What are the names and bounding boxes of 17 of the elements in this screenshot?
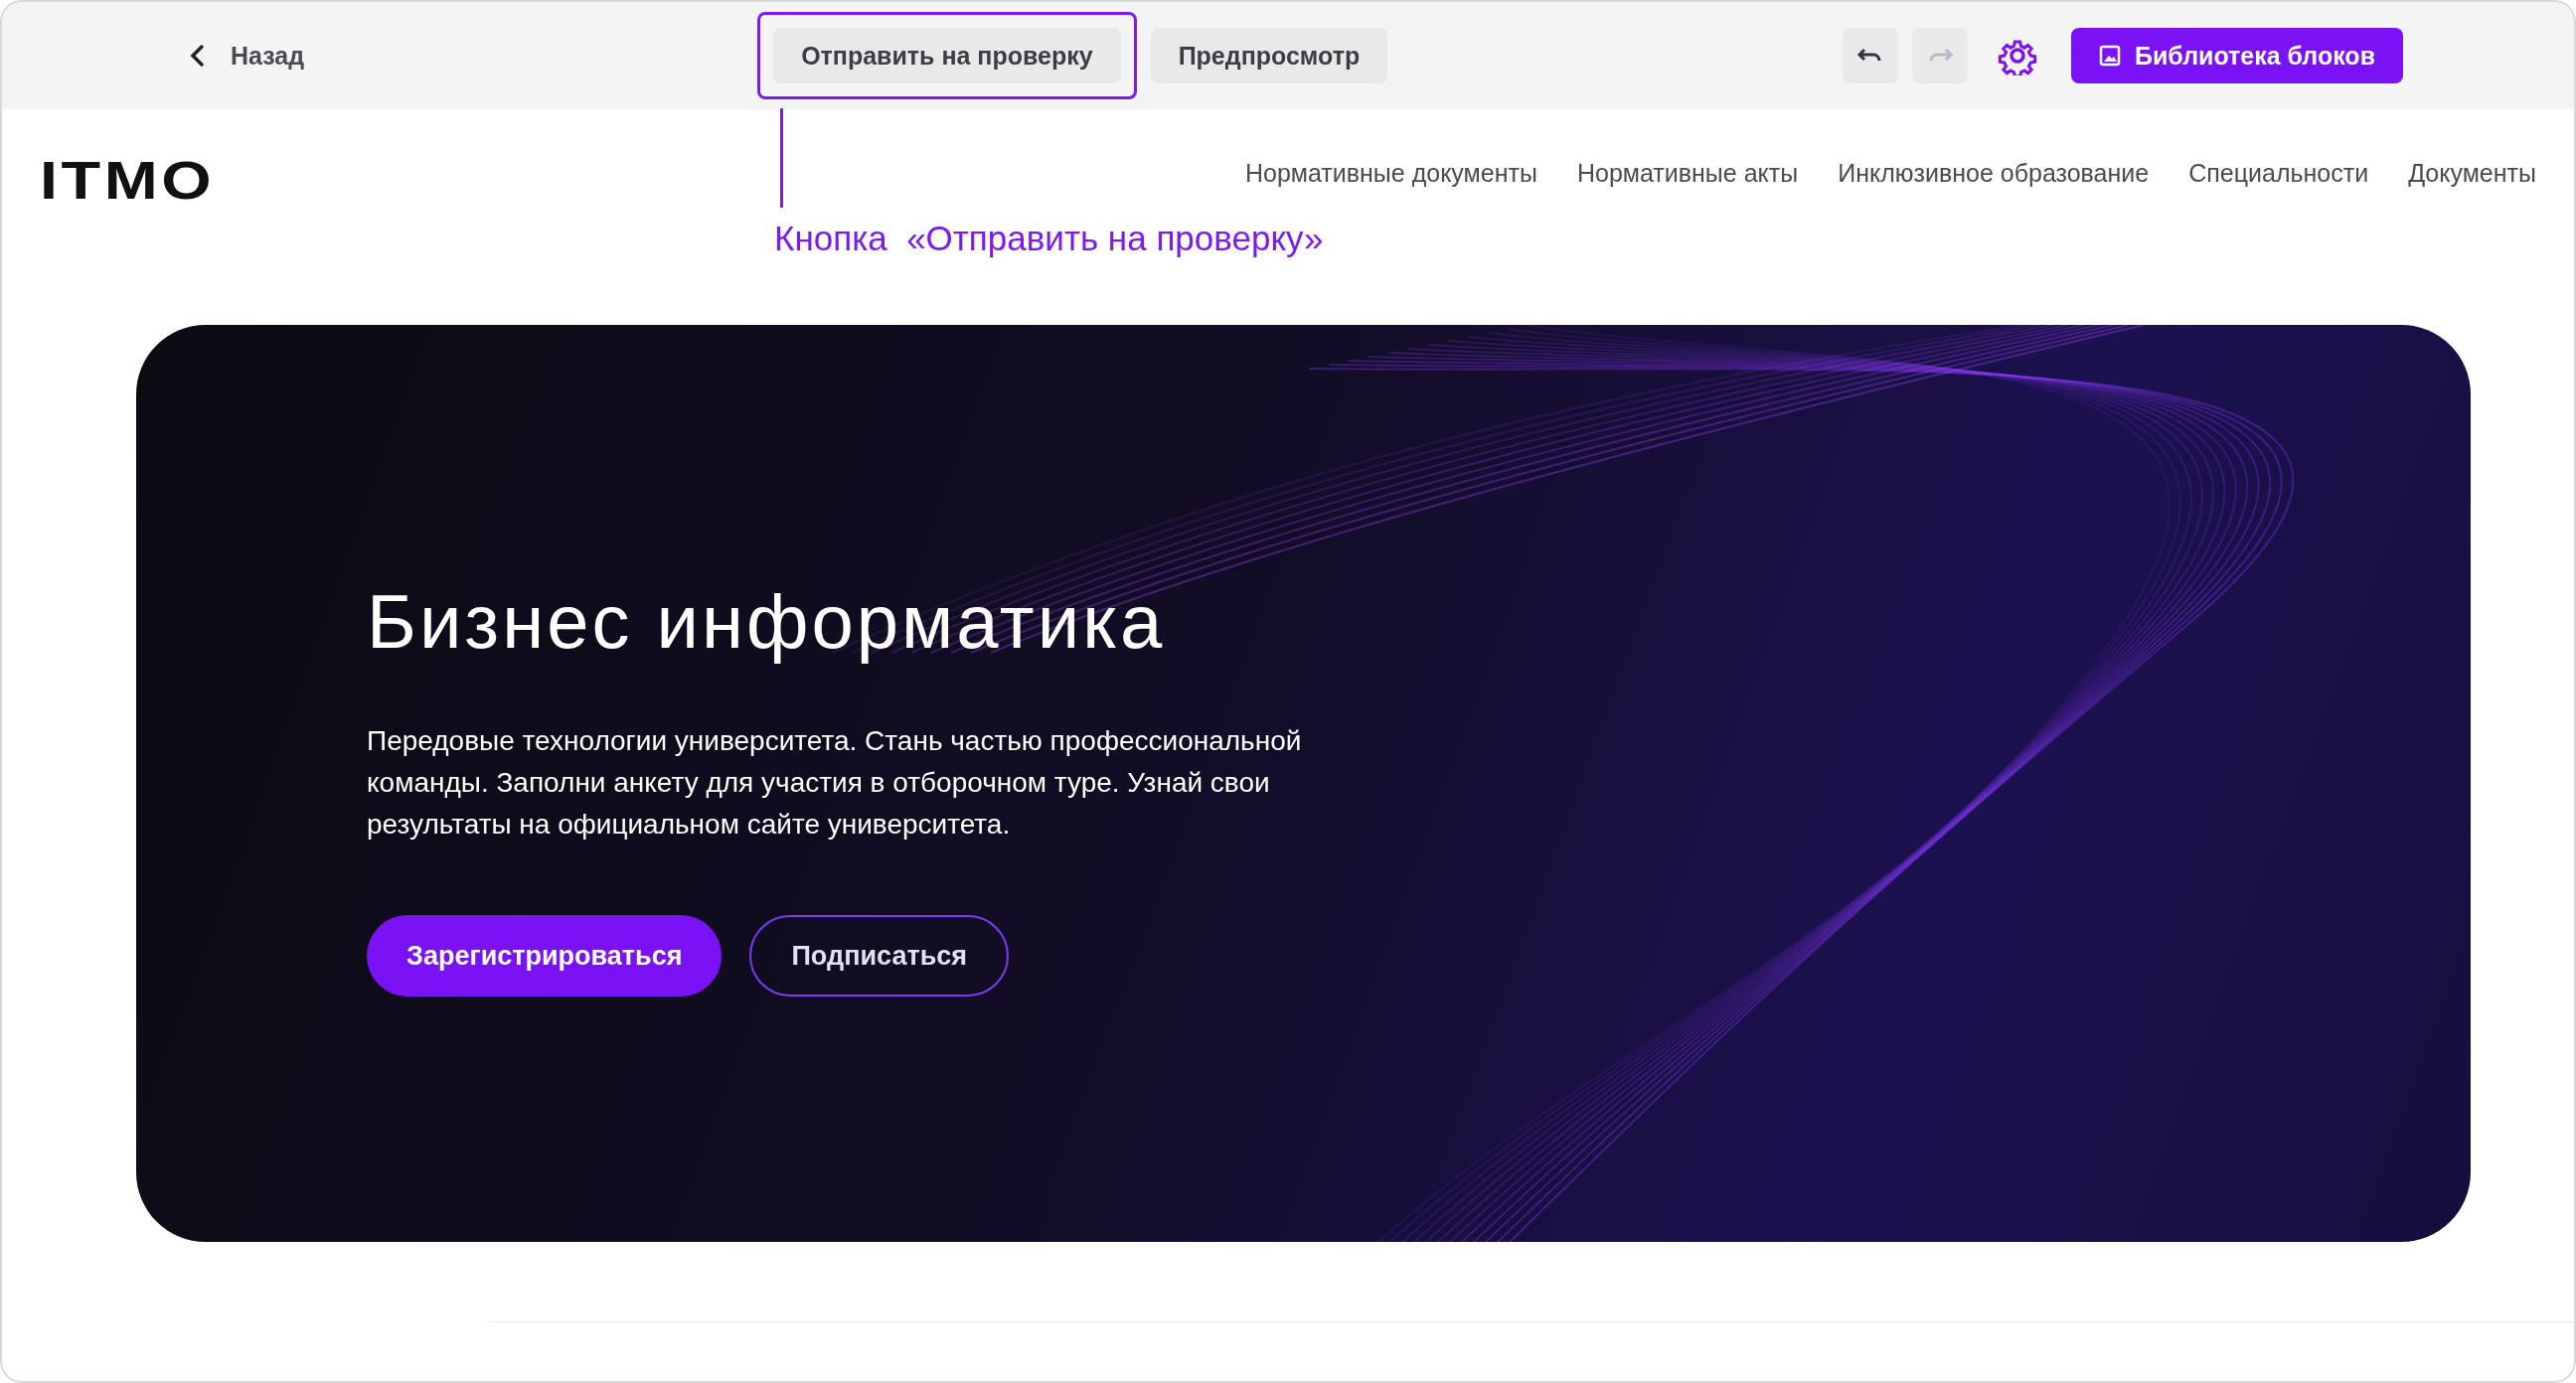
register-button[interactable]: Зарегистрироваться [367, 915, 723, 997]
nav-link[interactable]: Нормативные документы [1244, 159, 1537, 188]
submit-review-button[interactable]: Отправить на проверку [773, 28, 1121, 83]
back-link[interactable]: Назад [181, 35, 311, 77]
nav-link[interactable]: Документы [2408, 159, 2536, 188]
hero-description: Передовые технологии университета. Стань частью профессиональной команды. Заполни анкету для участия в отборочном туре. Узнай свои результаты на официальном сайте университета. [367, 724, 1303, 842]
nav-link[interactable]: Специальности [2188, 159, 2369, 188]
nav-link[interactable]: Нормативные акты [1576, 159, 1799, 188]
image-icon [2098, 45, 2121, 67]
undo-button[interactable] [1842, 28, 1898, 83]
subscribe-button[interactable]: Подписаться [749, 915, 1009, 997]
preview-button[interactable]: Предпросмотр [1150, 28, 1388, 83]
annotation-caption: Кнопка «Отправить на проверку» [774, 219, 1324, 258]
hero-title: Бизнес информатика [367, 578, 1167, 665]
nav-link[interactable]: Инклюзивное образование [1838, 159, 2150, 188]
logo[interactable]: ITMO [40, 149, 216, 211]
block-library-button[interactable]: Библиотека блоков [2070, 28, 2403, 83]
